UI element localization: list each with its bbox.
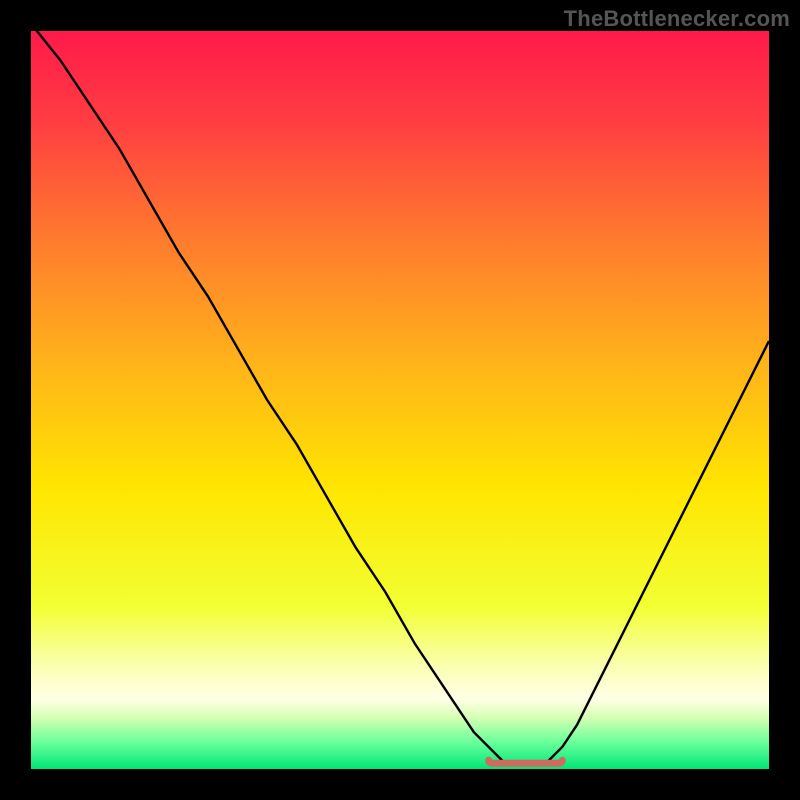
gradient-background [31, 31, 769, 769]
bottleneck-chart [31, 31, 769, 769]
plot-area [31, 31, 769, 769]
optimal-zone-marker [489, 760, 563, 763]
chart-frame: TheBottlenecker.com [0, 0, 800, 800]
attribution-label: TheBottlenecker.com [564, 6, 790, 32]
